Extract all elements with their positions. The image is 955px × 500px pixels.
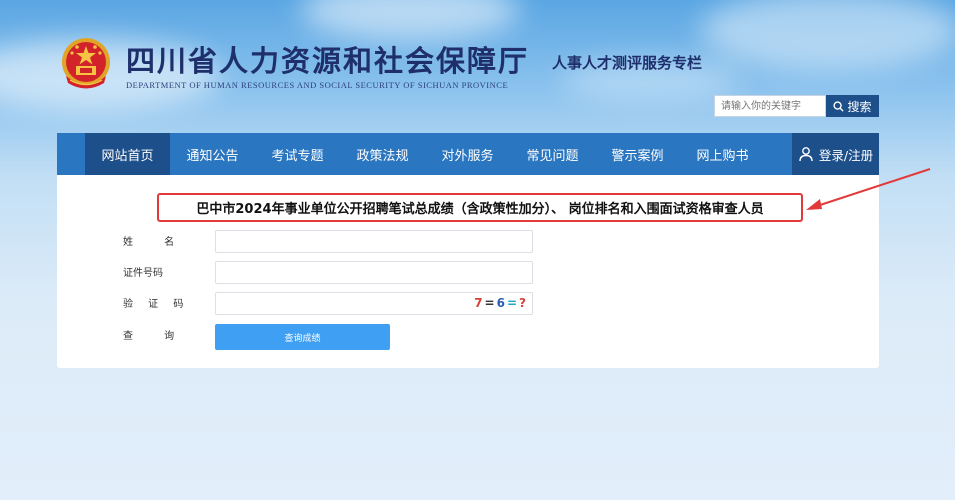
nav-item-bookstore[interactable]: 网上购书 (680, 133, 765, 175)
site-subtitle: DEPARTMENT OF HUMAN RESOURCES AND SOCIAL… (126, 80, 509, 90)
captcha-field[interactable]: 7 = 6 = ? (215, 292, 533, 315)
column-name: 人事人才测评服务专栏 (552, 54, 703, 72)
user-icon (799, 147, 813, 162)
captcha-label: 验 证 码 (123, 299, 190, 310)
captcha-image: 7 = 6 = ? (474, 296, 526, 310)
nav-item-services[interactable]: 对外服务 (425, 133, 510, 175)
search-button-label: 搜索 (847, 99, 872, 114)
captcha-char: 7 (474, 296, 483, 310)
id-number-field[interactable] (215, 261, 533, 284)
sky-cloud (700, 0, 955, 70)
site-title: 四川省人力资源和社会保障厅 (126, 44, 530, 78)
nav-item-home[interactable]: 网站首页 (85, 133, 170, 175)
nav-item-notices[interactable]: 通知公告 (170, 133, 255, 175)
national-emblem-icon (62, 38, 110, 89)
search-input[interactable] (714, 95, 826, 117)
sky-cloud (300, 0, 520, 40)
notice-highlight-box: 巴中市2024年事业单位公开招聘笔试总成绩（含政策性加分）、 岗位排名和入围面试… (157, 193, 803, 222)
query-panel: 巴中市2024年事业单位公开招聘笔试总成绩（含政策性加分）、 岗位排名和入围面试… (57, 175, 879, 368)
name-field[interactable] (215, 230, 533, 253)
nav-item-policies[interactable]: 政策法规 (340, 133, 425, 175)
main-navbar: 网站首页 通知公告 考试专题 政策法规 对外服务 常见问题 警示案例 网上购书 … (57, 133, 879, 175)
captcha-char: ? (519, 296, 526, 310)
annotation-arrow-icon (806, 168, 931, 210)
captcha-char: 6 (496, 296, 505, 310)
login-register-label: 登录/注册 (818, 147, 874, 163)
search-button[interactable]: 搜索 (826, 95, 879, 117)
nav-item-exams[interactable]: 考试专题 (255, 133, 340, 175)
captcha-char: = (484, 296, 495, 310)
captcha-char: = (506, 296, 518, 310)
nav-item-warnings[interactable]: 警示案例 (595, 133, 680, 175)
name-label: 姓 名 (123, 237, 189, 248)
query-label: 查 询 (123, 331, 189, 342)
query-score-button[interactable]: 查询成绩 (215, 324, 390, 350)
notice-title[interactable]: 巴中市2024年事业单位公开招聘笔试总成绩（含政策性加分）、 岗位排名和入围面试… (196, 198, 763, 217)
nav-item-faq[interactable]: 常见问题 (510, 133, 595, 175)
search-icon (833, 100, 845, 112)
id-number-label: 证件号码 (123, 268, 163, 279)
